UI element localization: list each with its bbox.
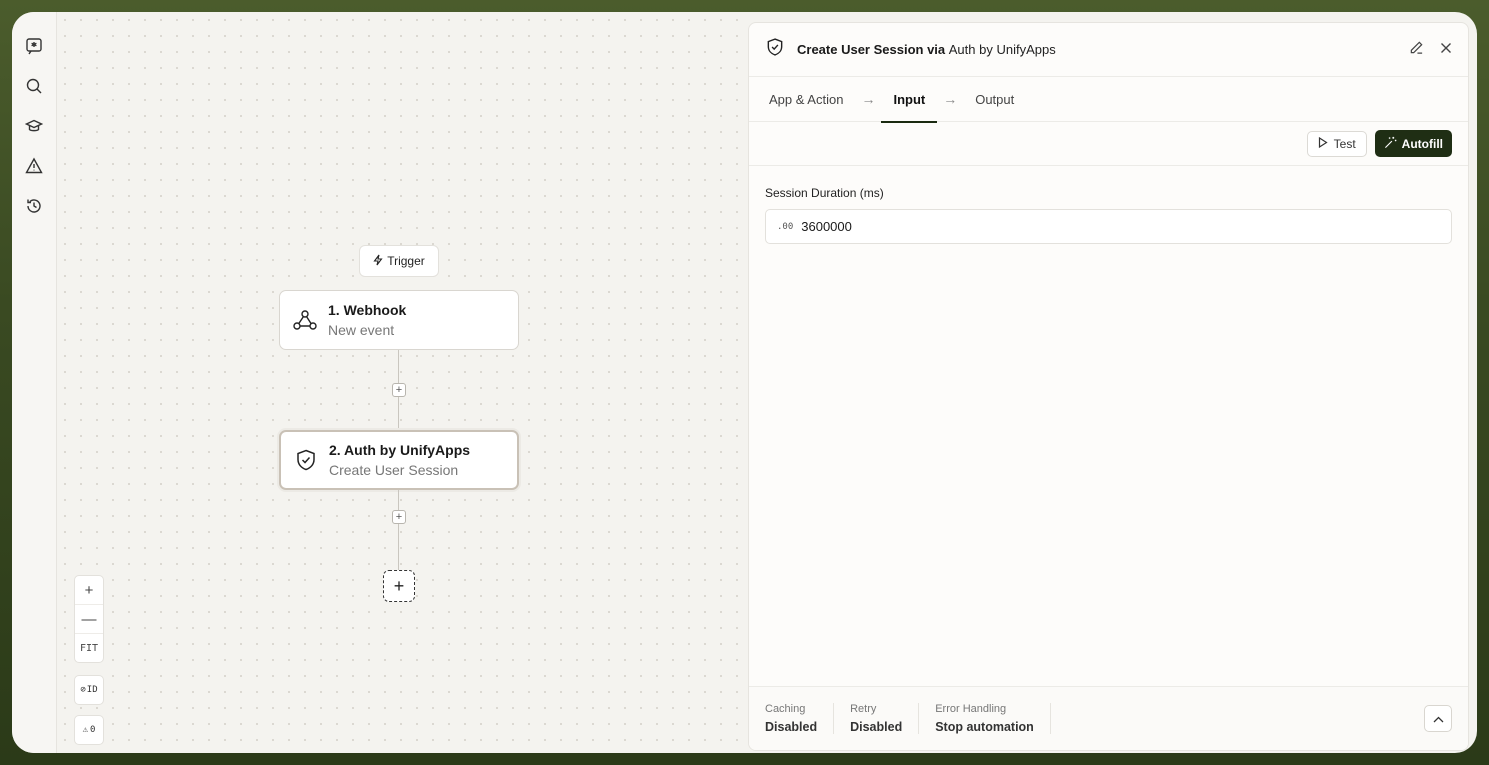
id-label: ID <box>86 685 98 695</box>
step-config-panel: Create User Session via Auth by UnifyApp… <box>748 22 1469 751</box>
app-frame: Trigger 1. Webhook New event + 2. Auth b… <box>12 12 1477 753</box>
insert-step-button[interactable]: + <box>392 383 406 397</box>
workflow-node-webhook[interactable]: 1. Webhook New event <box>279 290 519 350</box>
footer-error-handling[interactable]: Error Handling Stop automation <box>935 703 1051 734</box>
play-icon <box>1318 136 1328 151</box>
add-step-button[interactable]: + <box>383 570 415 602</box>
autofill-label: Autofill <box>1401 136 1443 151</box>
footer-key: Retry <box>850 703 877 715</box>
footer-value: Disabled <box>765 720 818 734</box>
eye-off-icon: ⊘ <box>80 685 86 695</box>
warning-icon[interactable] <box>22 154 46 178</box>
tab-input[interactable]: Input <box>881 77 937 123</box>
graduation-cap-icon[interactable] <box>22 114 46 138</box>
autofill-button[interactable]: Autofill <box>1374 130 1452 157</box>
panel-title-action: Create User Session via <box>797 42 946 57</box>
panel-title-app: Auth by UnifyApps <box>948 42 1056 57</box>
test-button[interactable]: Test <box>1306 130 1367 157</box>
sparkle-chat-icon[interactable] <box>22 34 46 58</box>
arrow-right-icon: → <box>943 91 958 107</box>
test-label: Test <box>1333 136 1356 151</box>
chevron-up-icon <box>1433 710 1444 728</box>
expand-footer-button[interactable] <box>1424 705 1452 732</box>
node-subtitle: Create User Session <box>329 462 459 478</box>
footer-retry[interactable]: Retry Disabled <box>850 703 920 734</box>
node-subtitle: New event <box>328 322 395 338</box>
shield-check-icon <box>293 447 319 473</box>
zoom-in-button[interactable]: + <box>75 576 103 605</box>
footer-key: Caching <box>765 703 806 715</box>
session-duration-field: Session Duration (ms) .00 <box>749 166 1468 244</box>
zoom-controls: + — FIT <box>74 575 104 663</box>
close-icon[interactable] <box>1440 41 1452 59</box>
footer-caching[interactable]: Caching Disabled <box>765 703 835 734</box>
trigger-label: Trigger <box>387 254 425 268</box>
webhook-icon <box>292 307 318 333</box>
session-duration-input-wrapper[interactable]: .00 <box>765 209 1452 244</box>
warnings-button[interactable]: ⚠ 0 <box>74 715 104 745</box>
fit-view-button[interactable]: FIT <box>75 634 103 663</box>
trigger-badge[interactable]: Trigger <box>359 245 439 277</box>
connector-line <box>398 490 399 570</box>
panel-toolbar: Test Autofill <box>749 122 1468 166</box>
history-icon[interactable] <box>22 194 46 218</box>
number-type-icon: .00 <box>777 221 794 232</box>
workflow-canvas[interactable]: Trigger 1. Webhook New event + 2. Auth b… <box>57 12 748 753</box>
field-label: Session Duration (ms) <box>765 186 884 200</box>
edit-icon[interactable] <box>1409 40 1424 60</box>
panel-header: Create User Session via Auth by UnifyApp… <box>749 23 1468 77</box>
toggle-id-button[interactable]: ⊘ ID <box>74 675 104 705</box>
zoom-out-button[interactable]: — <box>75 605 103 634</box>
shield-check-icon <box>765 37 785 62</box>
panel-title: Create User Session via Auth by UnifyApp… <box>797 42 1056 57</box>
insert-step-button[interactable]: + <box>392 510 406 524</box>
workflow-node-auth[interactable]: 2. Auth by UnifyApps Create User Session <box>279 430 519 490</box>
footer-value: Stop automation <box>935 720 1034 734</box>
session-duration-input[interactable] <box>801 219 1402 234</box>
lightning-icon <box>373 254 383 269</box>
warning-icon: ⚠ <box>82 725 88 735</box>
footer-key: Error Handling <box>935 703 1007 715</box>
step-tabs: App & Action → Input → Output <box>749 77 1468 123</box>
warnings-count: 0 <box>90 725 96 735</box>
magic-wand-icon <box>1384 136 1397 152</box>
node-title: 1. Webhook <box>328 302 407 318</box>
search-icon[interactable] <box>22 74 46 98</box>
tab-output[interactable]: Output <box>963 77 1026 122</box>
left-rail <box>12 12 57 753</box>
footer-value: Disabled <box>850 720 903 734</box>
tab-app-action[interactable]: App & Action <box>769 77 855 122</box>
node-title: 2. Auth by UnifyApps <box>329 442 471 458</box>
panel-footer: Caching Disabled Retry Disabled Error Ha… <box>749 686 1468 750</box>
arrow-right-icon: → <box>861 91 876 107</box>
